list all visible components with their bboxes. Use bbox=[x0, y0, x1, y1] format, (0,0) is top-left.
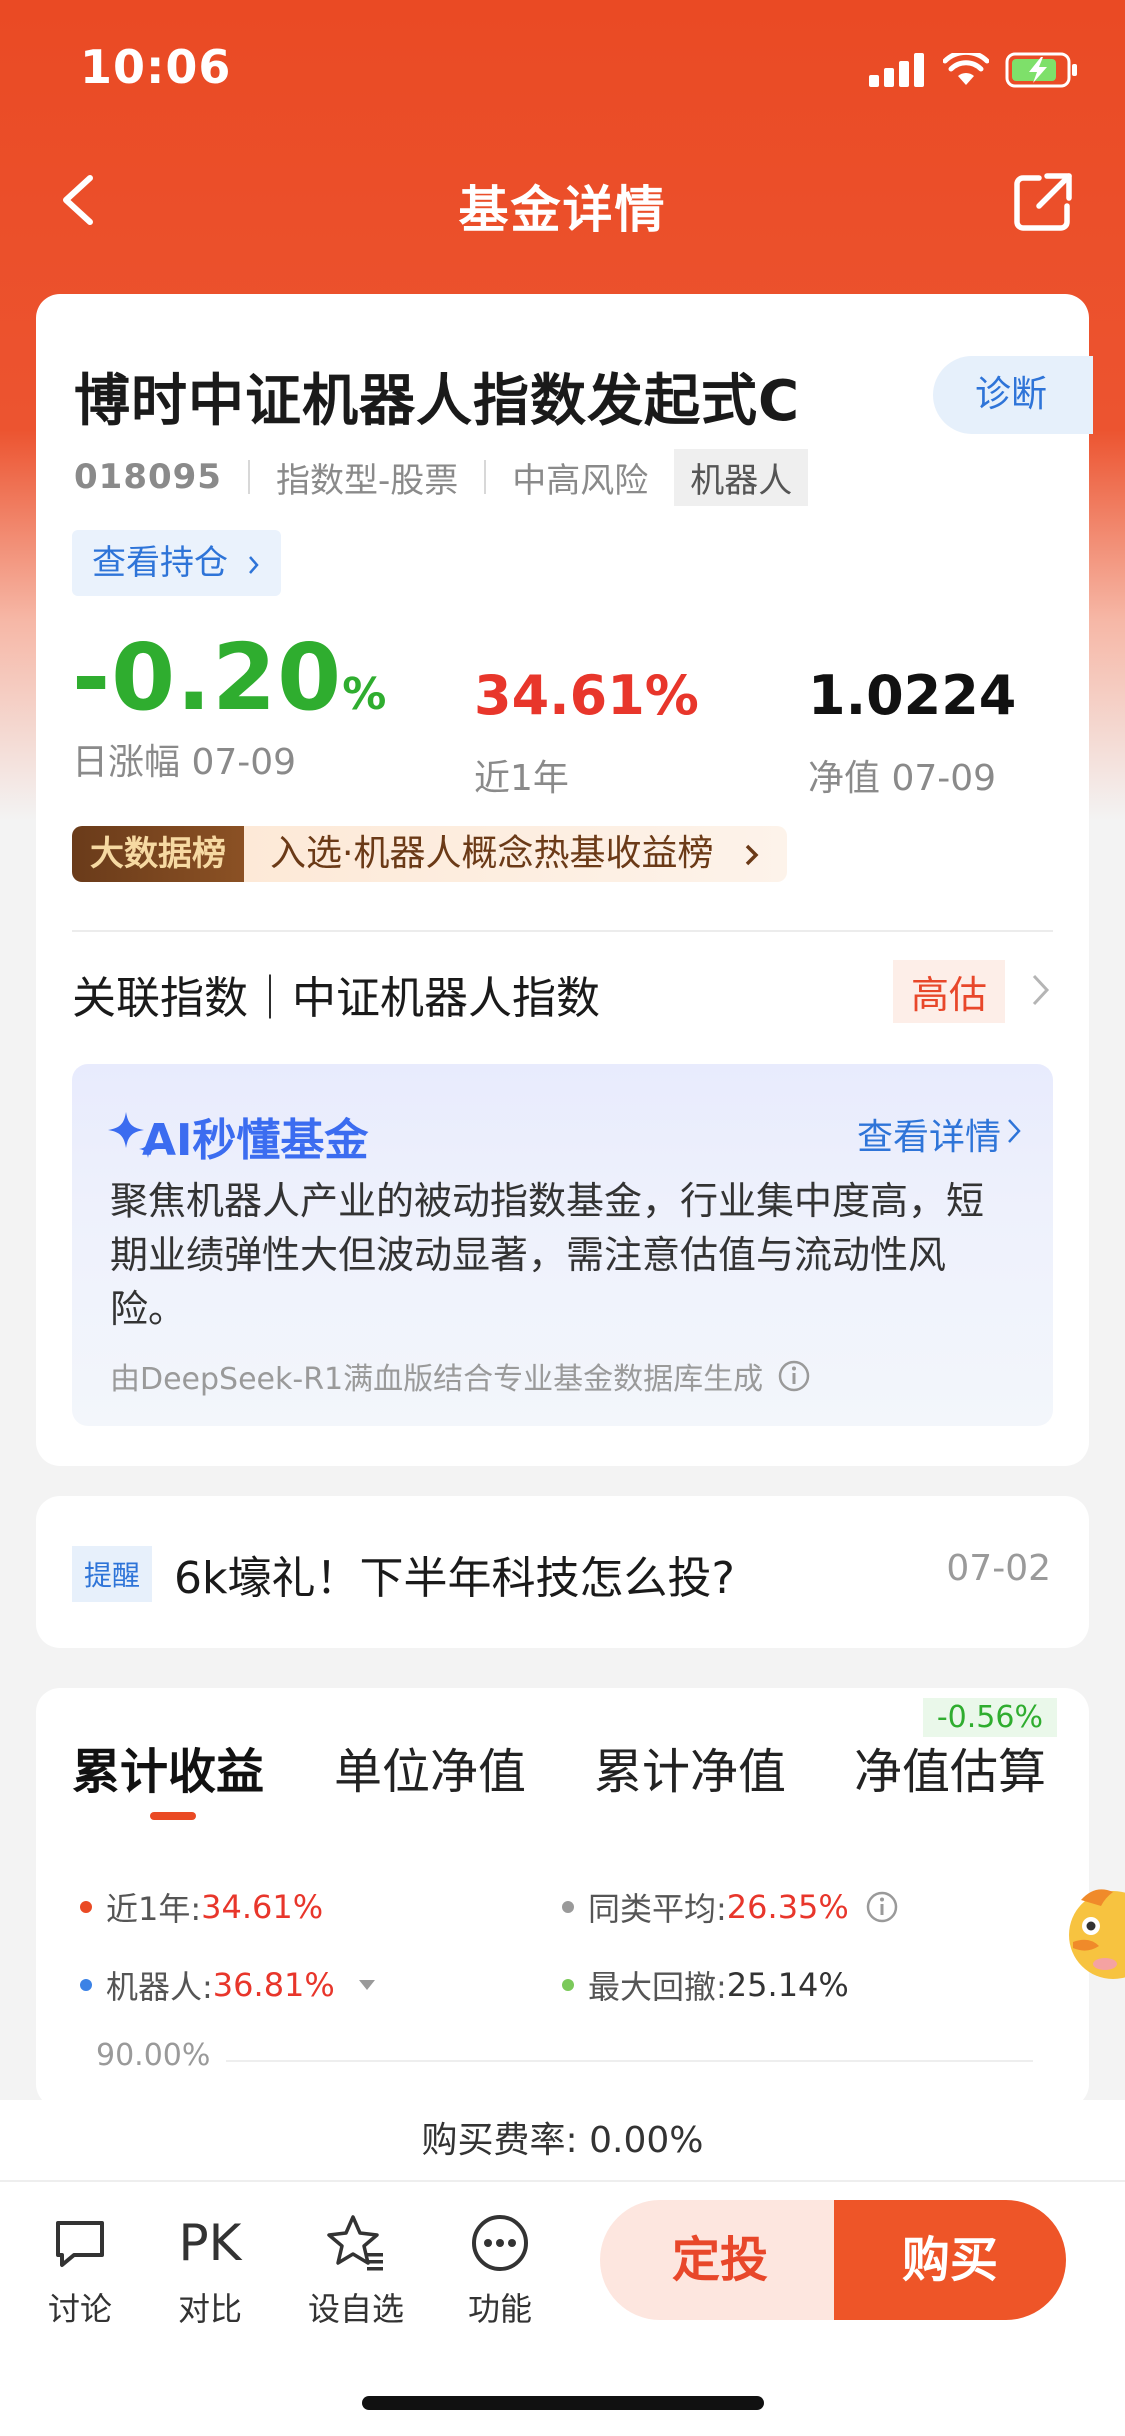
divider bbox=[484, 460, 487, 494]
add-watchlist-button[interactable]: 设自选 bbox=[296, 2210, 416, 2330]
related-index-label: 关联指数｜中证机器人指数 bbox=[72, 973, 600, 1024]
estimate-badge: -0.56% bbox=[922, 1698, 1057, 1737]
fund-code: 018095 bbox=[74, 457, 222, 497]
compare-button[interactable]: PK 对比 bbox=[150, 2210, 270, 2330]
legend-dot bbox=[562, 1901, 574, 1913]
chevron-right-icon bbox=[248, 555, 259, 574]
compare-label: 对比 bbox=[177, 2290, 242, 2328]
ai-title: AI秒懂基金 bbox=[142, 1115, 369, 1166]
view-holdings-button[interactable]: 查看持仓 bbox=[72, 530, 281, 596]
one-year-return-value: 34.61% bbox=[474, 664, 699, 727]
chart-tabs: 累计收益 单位净值 累计净值 净值估算 bbox=[72, 1732, 1059, 1822]
ranking-badge: 大数据榜 bbox=[72, 826, 244, 882]
add-watchlist-label: 设自选 bbox=[307, 2290, 404, 2328]
nav-value: 1.0224 bbox=[808, 664, 1017, 727]
legend-item[interactable]: 机器人: 36.81% bbox=[80, 1962, 377, 2008]
info-icon[interactable] bbox=[777, 1359, 811, 1393]
fund-type: 指数型-股票 bbox=[275, 460, 459, 501]
pk-icon: PK bbox=[178, 2214, 242, 2272]
valuation-badge: 高估 bbox=[892, 960, 1005, 1023]
theme-tag[interactable]: 机器人 bbox=[674, 448, 809, 506]
notice-tag: 提醒 bbox=[72, 1546, 153, 1602]
ai-detail-link[interactable]: 查看详情 bbox=[857, 1108, 1001, 1160]
legend-dot bbox=[562, 1979, 574, 1991]
performance-card: 累计收益 单位净值 累计净值 净值估算 -0.56% 近1年: 34.61% 同类… bbox=[36, 1688, 1089, 2108]
legend-dot bbox=[80, 1901, 92, 1913]
legend-item: 近1年: 34.61% bbox=[80, 1884, 323, 1930]
fund-name: 博时中证机器人指数发起式C bbox=[74, 369, 801, 434]
discuss-label: 讨论 bbox=[47, 2290, 112, 2328]
tab-unit-nav[interactable]: 单位净值 bbox=[334, 1732, 526, 1802]
home-indicator[interactable] bbox=[362, 2396, 764, 2410]
fund-risk: 中高风险 bbox=[512, 460, 649, 501]
daily-change-stat: -0.20% 日涨幅 07-09 bbox=[72, 624, 387, 785]
daily-change-value: -0.20% bbox=[72, 624, 388, 731]
discuss-button[interactable]: 讨论 bbox=[20, 2210, 140, 2330]
buy-button[interactable]: 购买 bbox=[834, 2200, 1066, 2320]
share-icon[interactable] bbox=[1011, 170, 1075, 234]
nav-stat: 1.0224 净值 07-09 bbox=[808, 634, 1016, 801]
functions-label: 功能 bbox=[467, 2290, 532, 2328]
divider bbox=[247, 460, 250, 494]
tab-cumulative-nav[interactable]: 累计净值 bbox=[594, 1732, 786, 1802]
nav-label: 净值 07-09 bbox=[808, 758, 997, 799]
related-index-row[interactable]: 关联指数｜中证机器人指数 高估 bbox=[72, 954, 1053, 1024]
nav-bar: 基金详情 bbox=[0, 140, 1125, 260]
chevron-right-icon bbox=[1032, 974, 1050, 1006]
wifi-icon bbox=[943, 53, 989, 85]
fund-summary-card: 博时中证机器人指数发起式C 诊断 018095 指数型-股票 中高风险 机器人 … bbox=[36, 294, 1093, 1466]
one-year-return-label: 近1年 bbox=[474, 758, 569, 799]
info-icon[interactable] bbox=[865, 1890, 899, 1924]
home-indicator-area bbox=[0, 2336, 1125, 2436]
status-time: 10:06 bbox=[80, 40, 232, 94]
mascot-icon[interactable] bbox=[1055, 1880, 1125, 1990]
y-axis-label: 90.00% bbox=[96, 2038, 211, 2073]
ai-summary-text: 聚焦机器人产业的被动指数基金，行业集中度高，短期业绩弹性大但波动显著，需注意估值… bbox=[110, 1179, 985, 1331]
diagnose-button[interactable]: 诊断 bbox=[933, 356, 1093, 434]
auto-invest-button[interactable]: 定投 bbox=[600, 2200, 840, 2320]
status-icons bbox=[869, 50, 1079, 90]
legend-item: 最大回撤: 25.14% bbox=[562, 1962, 849, 2008]
more-icon bbox=[472, 2215, 528, 2271]
page-title: 基金详情 bbox=[458, 181, 667, 239]
notice-date: 07-02 bbox=[946, 1548, 1051, 1589]
one-year-return-stat: 34.61% 近1年 bbox=[474, 634, 699, 801]
ranking-text: 入选·机器人概念热基收益榜 bbox=[244, 826, 787, 882]
signal-icon bbox=[869, 53, 924, 87]
chart-gridline bbox=[226, 2060, 1033, 2062]
battery-charging-icon bbox=[1005, 52, 1077, 88]
status-bar: 10:06 bbox=[0, 0, 1125, 140]
bottom-action-bar: 讨论 PK 对比 设自选 功能 定投 购买 bbox=[0, 2182, 1125, 2336]
chat-bubble-icon bbox=[56, 2221, 104, 2267]
functions-button[interactable]: 功能 bbox=[440, 2210, 560, 2330]
legend-dot bbox=[80, 1979, 92, 1991]
chevron-right-icon bbox=[745, 844, 759, 866]
ai-summary-box: AI秒懂基金 查看详情 聚焦机器人产业的被动指数基金，行业集中度高，短期业绩弹性… bbox=[72, 1064, 1053, 1426]
ranking-banner[interactable]: 大数据榜 入选·机器人概念热基收益榜 bbox=[72, 826, 787, 882]
tab-nav-estimate[interactable]: 净值估算 bbox=[854, 1732, 1046, 1802]
legend-item: 同类平均: 26.35% bbox=[562, 1884, 899, 1930]
divider bbox=[72, 930, 1053, 932]
purchase-fee: 购买费率: 0.00% bbox=[0, 2100, 1125, 2182]
daily-change-label: 日涨幅 07-09 bbox=[72, 742, 297, 783]
notice-card[interactable]: 提醒 6k壕礼！下半年科技怎么投? 07-02 bbox=[36, 1496, 1089, 1648]
notice-text: 6k壕礼！下半年科技怎么投? bbox=[174, 1553, 735, 1604]
caret-down-icon bbox=[358, 1980, 375, 1990]
active-tab-indicator bbox=[150, 1812, 196, 1820]
view-holdings-label: 查看持仓 bbox=[92, 543, 228, 583]
star-icon bbox=[327, 2215, 383, 2271]
tab-cumulative-return[interactable]: 累计收益 bbox=[72, 1732, 264, 1802]
ai-source-text: 由DeepSeek-R1满血版结合专业基金数据库生成 bbox=[110, 1362, 764, 1397]
fund-meta: 018095 指数型-股票 中高风险 机器人 bbox=[74, 448, 809, 506]
ai-source: 由DeepSeek-R1满血版结合专业基金数据库生成 bbox=[110, 1354, 811, 1398]
chevron-right-icon bbox=[1008, 1119, 1021, 1143]
